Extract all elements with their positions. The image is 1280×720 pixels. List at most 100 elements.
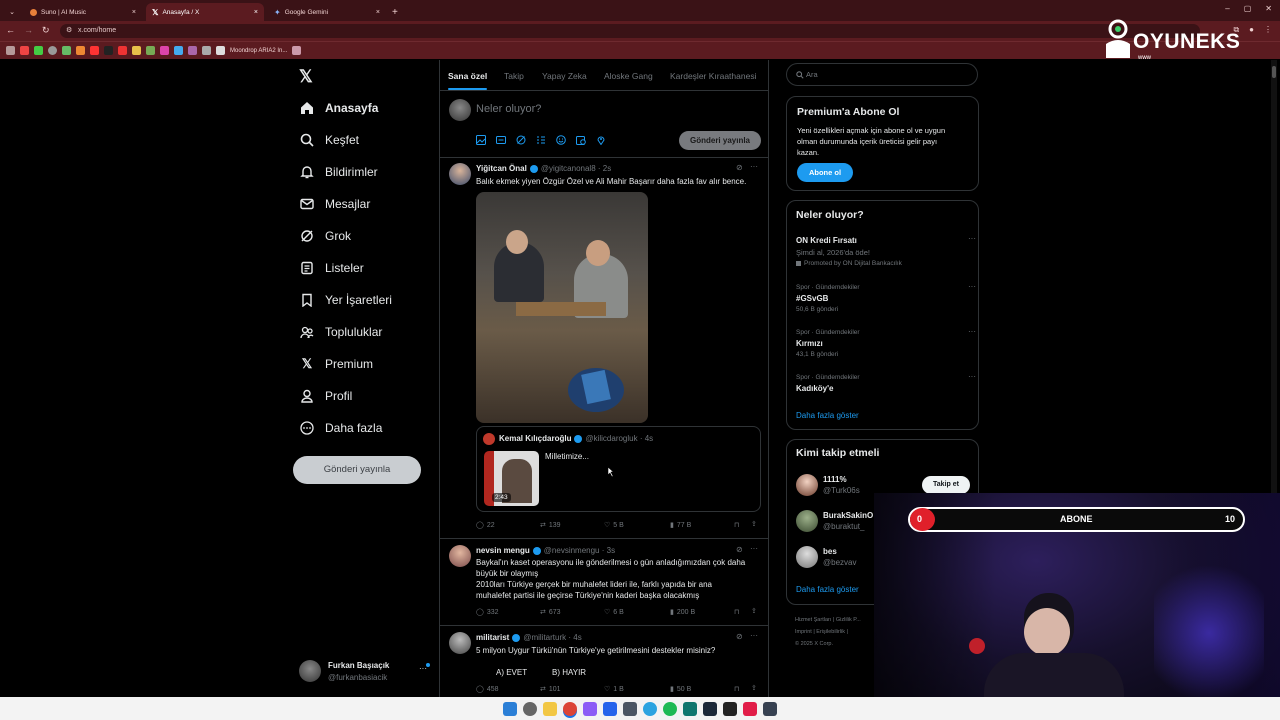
bookmark-icon[interactable] bbox=[188, 46, 197, 55]
spotify-icon[interactable] bbox=[663, 701, 677, 716]
show-more-link[interactable]: Daha fazla göster bbox=[796, 411, 859, 420]
share-icon[interactable]: ⇪ bbox=[751, 684, 757, 692]
trend-item[interactable]: Spor · Gündemdekiler #GSvGB 50,6 B gönde… bbox=[796, 282, 976, 313]
windows-start-icon[interactable] bbox=[503, 701, 517, 716]
more-dots-icon[interactable]: ··· bbox=[968, 372, 976, 381]
location-icon[interactable] bbox=[596, 135, 606, 145]
bookmark-icon[interactable] bbox=[118, 46, 127, 55]
nav-item-home[interactable]: Anasayfa bbox=[299, 100, 378, 116]
scrollbar-thumb[interactable] bbox=[1272, 66, 1276, 78]
nav-item-more[interactable]: Daha fazla bbox=[299, 420, 382, 436]
repost-button[interactable]: ⇄ 101 bbox=[540, 685, 561, 694]
site-info-icon[interactable]: ⚙ bbox=[66, 24, 72, 38]
bookmark-icon[interactable] bbox=[146, 46, 155, 55]
bookmark-icon[interactable] bbox=[48, 46, 57, 55]
nav-item-premium[interactable]: 𝕏 Premium bbox=[299, 356, 373, 372]
search-icon[interactable] bbox=[523, 701, 537, 716]
bookmark-icon[interactable] bbox=[34, 46, 43, 55]
new-tab-button[interactable]: + bbox=[392, 7, 398, 18]
share-icon[interactable]: ⇪ bbox=[751, 520, 757, 528]
repost-button[interactable]: ⇄ 139 bbox=[540, 521, 561, 530]
more-dots-icon[interactable]: ··· bbox=[750, 631, 758, 640]
avatar[interactable] bbox=[449, 632, 471, 654]
nav-item-grok[interactable]: Grok bbox=[299, 228, 351, 244]
address-bar[interactable]: ⚙ x.com/home bbox=[60, 24, 1200, 38]
apps-grid-icon[interactable] bbox=[6, 46, 15, 55]
telegram-icon[interactable] bbox=[643, 701, 657, 716]
post-author-handle[interactable]: @yigitcanonal8 · 2s bbox=[541, 164, 611, 173]
post-author-name[interactable]: nevsin mengu bbox=[476, 546, 530, 555]
close-tab-icon[interactable]: × bbox=[376, 9, 380, 16]
post-author-name[interactable]: militarist bbox=[476, 633, 509, 642]
bookmark-icon[interactable] bbox=[216, 46, 225, 55]
footer-line[interactable]: Hizmet Şartları | Gizlilik P... bbox=[795, 614, 885, 626]
x-logo-icon[interactable]: 𝕏 bbox=[299, 67, 313, 87]
trend-item[interactable]: Spor · Gündemdekiler Kadıköy'e ··· bbox=[796, 372, 976, 393]
subscribe-button[interactable]: Abone ol bbox=[797, 163, 853, 182]
forward-arrow-icon[interactable]: → bbox=[24, 25, 33, 35]
like-button[interactable]: ♡ 5 B bbox=[604, 521, 624, 530]
reply-button[interactable]: ◯ 332 bbox=[476, 608, 499, 617]
more-dots-icon[interactable]: ··· bbox=[750, 544, 758, 553]
bookmark-icon[interactable] bbox=[202, 46, 211, 55]
grok-icon[interactable] bbox=[516, 135, 526, 145]
steam-icon[interactable] bbox=[703, 701, 717, 716]
app-icon[interactable] bbox=[623, 701, 637, 716]
search-input[interactable]: Ara bbox=[786, 63, 978, 86]
folder-bookmark-icon[interactable] bbox=[132, 46, 141, 55]
views-button[interactable]: ▮ 50 B bbox=[670, 685, 691, 694]
quoted-video-thumbnail[interactable]: 2:43 bbox=[484, 451, 539, 506]
gmail-bookmark-icon[interactable] bbox=[20, 46, 29, 55]
nav-item-lists[interactable]: Listeler bbox=[299, 260, 364, 276]
nav-item-communities[interactable]: Topluluklar bbox=[299, 324, 382, 340]
app-icon[interactable] bbox=[603, 701, 617, 716]
bookmark-icon[interactable] bbox=[174, 46, 183, 55]
profile-icon[interactable]: ● bbox=[1249, 25, 1254, 35]
app-icon[interactable] bbox=[583, 701, 597, 716]
nav-item-messages[interactable]: Mesajlar bbox=[299, 196, 370, 212]
bookmark-icon[interactable]: ⊓ bbox=[734, 521, 739, 529]
follow-button[interactable]: Takip et bbox=[922, 476, 970, 494]
emoji-icon[interactable] bbox=[556, 135, 566, 145]
tab-x-home[interactable]: 𝕏 Anasayfa / X × bbox=[146, 3, 264, 21]
more-dots-icon[interactable]: ··· bbox=[968, 234, 976, 243]
repost-button[interactable]: ⇄ 673 bbox=[540, 608, 561, 617]
close-tab-icon[interactable]: × bbox=[132, 9, 136, 16]
gif-icon[interactable] bbox=[496, 135, 506, 145]
share-icon[interactable]: ⇪ bbox=[751, 607, 757, 615]
grok-icon[interactable]: ⊘ bbox=[736, 163, 743, 172]
like-button[interactable]: ♡ 6 B bbox=[604, 608, 624, 617]
menu-kebab-icon[interactable]: ⋮ bbox=[1264, 25, 1272, 35]
avatar[interactable] bbox=[449, 545, 471, 567]
close-tab-icon[interactable]: × bbox=[254, 9, 258, 16]
post-author-handle[interactable]: @nevsinmengu · 3s bbox=[544, 546, 615, 555]
compose-input[interactable]: Neler oluyor? bbox=[476, 103, 541, 115]
chrome-icon[interactable] bbox=[563, 701, 577, 716]
app-icon[interactable] bbox=[683, 701, 697, 716]
close-window-icon[interactable]: ✕ bbox=[1265, 4, 1272, 13]
image-icon[interactable] bbox=[476, 135, 486, 145]
more-dots-icon[interactable]: ··· bbox=[750, 162, 758, 171]
more-dots-icon[interactable]: ··· bbox=[968, 282, 976, 291]
minimize-window-icon[interactable]: – bbox=[1225, 4, 1229, 13]
reply-button[interactable]: ◯ 458 bbox=[476, 685, 499, 694]
reload-icon[interactable]: ↻ bbox=[42, 25, 50, 36]
footer-line[interactable]: Imprint | Erişilebilirlik | bbox=[795, 626, 885, 638]
avatar[interactable] bbox=[449, 163, 471, 185]
show-more-link[interactable]: Daha fazla göster bbox=[796, 585, 859, 594]
nav-item-bookmarks[interactable]: Yer İşaretleri bbox=[299, 292, 392, 308]
bookmark-icon[interactable] bbox=[292, 46, 302, 55]
tab-yapay-zeka[interactable]: Yapay Zeka bbox=[542, 71, 587, 81]
x-bookmark-icon[interactable] bbox=[104, 46, 113, 55]
account-switcher[interactable]: Furkan Başıaçık @furkanbasiacik ··· bbox=[299, 660, 431, 686]
more-dots-icon[interactable]: ··· bbox=[968, 327, 976, 336]
bookmark-icon[interactable] bbox=[160, 46, 169, 55]
file-explorer-icon[interactable] bbox=[543, 701, 557, 716]
tab-aloske-gang[interactable]: Aloske Gang bbox=[604, 71, 653, 81]
tab-kardesler[interactable]: Kardeşler Kıraathanesi bbox=[670, 71, 756, 81]
post-author-handle[interactable]: @militarturk · 4s bbox=[523, 633, 581, 642]
tab-suno[interactable]: Suno | AI Music × bbox=[24, 3, 142, 21]
post-author-name[interactable]: Yiğitcan Önal bbox=[476, 164, 527, 173]
maximize-window-icon[interactable]: ▢ bbox=[1244, 4, 1252, 13]
grok-icon[interactable]: ⊘ bbox=[736, 632, 743, 641]
